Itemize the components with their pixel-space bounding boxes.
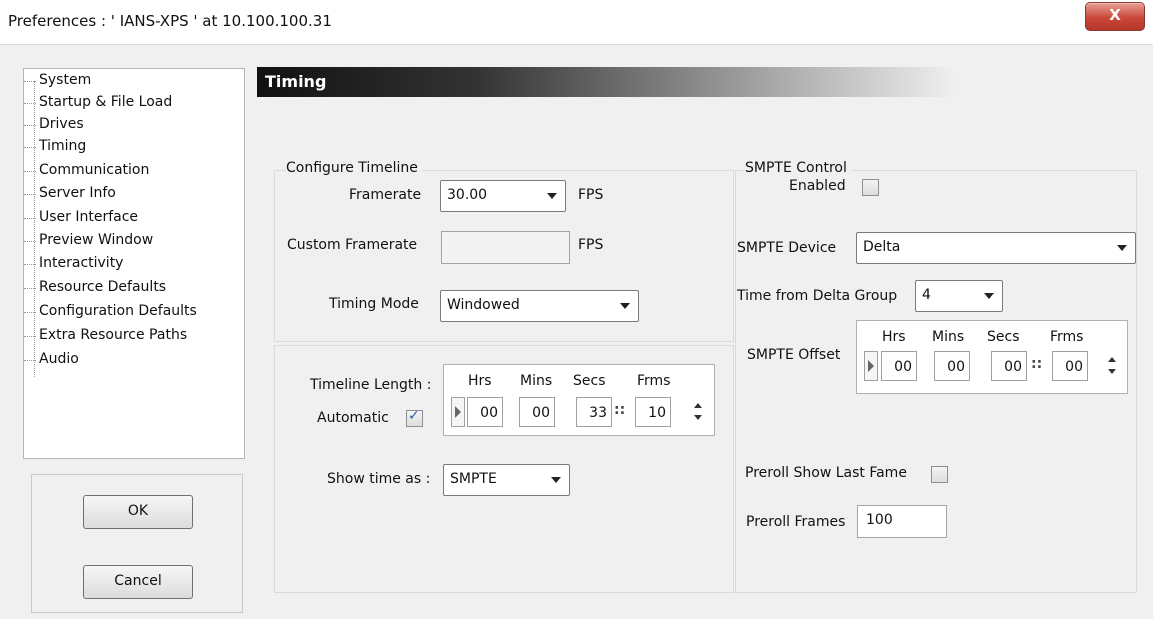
timecode-play-icon[interactable]: [451, 397, 465, 427]
offset-play-icon[interactable]: [864, 351, 878, 381]
framerate-unit: FPS: [578, 187, 604, 203]
preroll-last-checkbox[interactable]: [931, 466, 948, 483]
chevron-down-icon: [547, 193, 557, 199]
close-icon: X: [1109, 6, 1121, 24]
preroll-frames-input[interactable]: 100: [857, 505, 947, 538]
chevron-down-icon: [620, 303, 630, 309]
configure-timeline-label: Configure Timeline: [286, 160, 422, 176]
timeline-length-label: Timeline Length :: [310, 377, 432, 393]
chevron-down-icon: [1117, 245, 1127, 251]
framerate-label: Framerate: [349, 187, 422, 203]
timecode-header-frms: Frms: [637, 373, 671, 389]
close-button[interactable]: X: [1085, 2, 1145, 31]
delta-group-select[interactable]: 4: [915, 280, 1003, 312]
timecode-header-hrs: Hrs: [468, 373, 492, 389]
ok-button[interactable]: OK: [83, 495, 193, 529]
offset-seconds-field[interactable]: 00: [991, 351, 1027, 381]
smpte-enabled-checkbox[interactable]: [862, 179, 879, 196]
title-bar: Preferences : ' IANS-XPS ' at 10.100.100…: [0, 0, 1153, 45]
framerate-value: 30.00: [447, 187, 488, 203]
delta-group-label: Time from Delta Group: [737, 288, 898, 304]
custom-framerate-label: Custom Framerate: [287, 237, 418, 253]
smpte-enabled-label: Enabled: [789, 178, 846, 194]
timecode-header-mins: Mins: [520, 373, 553, 389]
custom-framerate-input[interactable]: [441, 231, 570, 264]
window-title: Preferences : ' IANS-XPS ' at 10.100.100…: [8, 12, 332, 30]
smpte-device-select[interactable]: Delta: [856, 232, 1136, 264]
offset-minutes-field[interactable]: 00: [934, 351, 970, 381]
chevron-down-icon: [984, 293, 994, 299]
chevron-down-icon: [551, 477, 561, 483]
preferences-tree[interactable]: System Startup & File Load Drives Timing…: [23, 68, 245, 459]
preroll-frames-value: 100: [866, 512, 893, 528]
timing-mode-value: Windowed: [447, 297, 520, 313]
smpte-device-label: SMPTE Device: [737, 240, 837, 256]
automatic-checkbox[interactable]: ✓: [406, 408, 423, 427]
page-title: Timing: [265, 72, 327, 91]
smpte-control-label: SMPTE Control: [745, 160, 851, 176]
timing-mode-select[interactable]: Windowed: [440, 290, 639, 322]
show-time-label: Show time as :: [327, 471, 431, 487]
offset-hours-field[interactable]: 00: [881, 351, 917, 381]
timing-mode-label: Timing Mode: [329, 296, 419, 312]
timecode-header-secs: Secs: [573, 373, 606, 389]
offset-header-secs: Secs: [987, 329, 1020, 345]
timecode-spinner-icon[interactable]: [692, 397, 704, 427]
offset-header-frms: Frms: [1050, 329, 1084, 345]
preroll-last-label: Preroll Show Last Fame: [745, 465, 907, 481]
smpte-device-value: Delta: [863, 239, 901, 255]
check-icon: ✓: [408, 408, 420, 424]
offset-frames-field[interactable]: 00: [1052, 351, 1088, 381]
smpte-offset-label: SMPTE Offset: [747, 347, 841, 363]
cancel-button[interactable]: Cancel: [83, 565, 193, 599]
framerate-select[interactable]: 30.00: [440, 180, 566, 212]
timecode-frames-field[interactable]: 10: [635, 397, 671, 427]
offset-header-hrs: Hrs: [882, 329, 906, 345]
page-header: Timing: [257, 67, 1132, 97]
custom-framerate-unit: FPS: [578, 237, 604, 253]
delta-group-value: 4: [922, 287, 931, 303]
preroll-frames-label: Preroll Frames: [746, 514, 846, 530]
timecode-separator: ::: [614, 402, 626, 418]
offset-header-mins: Mins: [932, 329, 965, 345]
offset-separator: ::: [1031, 356, 1043, 372]
timecode-minutes-field[interactable]: 00: [519, 397, 555, 427]
timecode-hours-field[interactable]: 00: [467, 397, 503, 427]
offset-spinner-icon[interactable]: [1106, 351, 1118, 381]
show-time-value: SMPTE: [450, 471, 497, 487]
automatic-label: Automatic: [317, 410, 389, 426]
timecode-seconds-field[interactable]: 33: [576, 397, 612, 427]
button-panel: OK Cancel: [31, 474, 243, 613]
show-time-select[interactable]: SMPTE: [443, 464, 570, 496]
